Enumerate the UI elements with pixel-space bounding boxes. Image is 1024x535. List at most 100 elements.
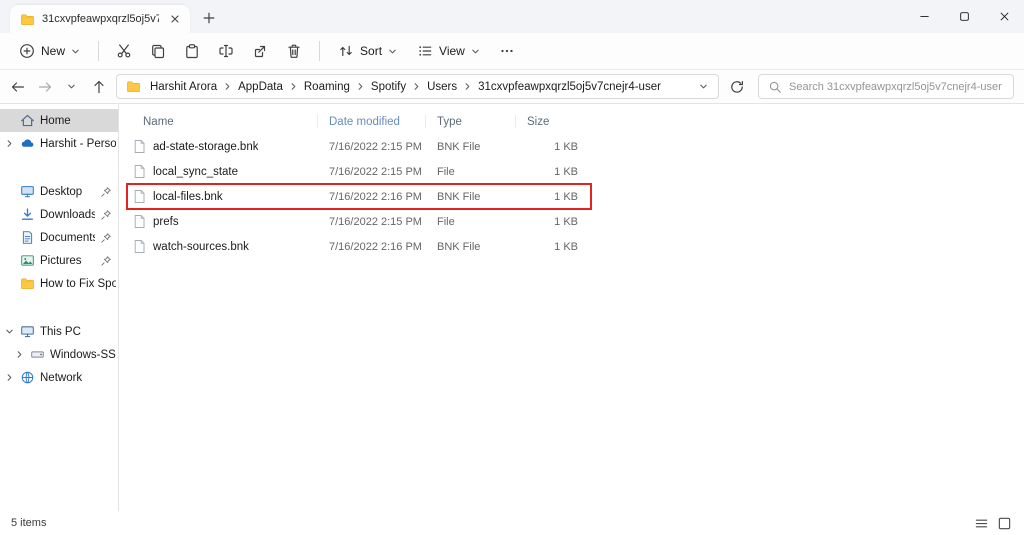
file-name: prefs: [153, 216, 179, 228]
table-row[interactable]: watch-sources.bnk 7/16/2022 2:16 PM BNK …: [127, 234, 591, 259]
search-box[interactable]: [758, 74, 1014, 99]
view-button[interactable]: View: [408, 36, 489, 66]
expander-chevron-icon[interactable]: [4, 326, 15, 337]
new-tab-button[interactable]: [196, 6, 222, 30]
new-button[interactable]: New: [10, 36, 89, 66]
file-page-icon: [132, 214, 147, 229]
column-header-date-modified[interactable]: Date modified: [323, 109, 431, 134]
desktop-icon: [20, 184, 35, 199]
details-view-button[interactable]: [972, 514, 991, 533]
toolbar-separator: [319, 41, 320, 61]
maximize-button[interactable]: [944, 0, 984, 33]
expander-chevron-icon[interactable]: [4, 138, 15, 149]
size-cell: 1 KB: [521, 141, 591, 153]
breadcrumb-chevron-icon: [460, 82, 475, 91]
rename-button[interactable]: [210, 36, 242, 66]
column-header-type[interactable]: Type: [431, 109, 521, 134]
delete-icon: [286, 43, 302, 59]
sidebar-item-label: How to Fix Spotify: [40, 278, 116, 290]
explorer-tab[interactable]: 31cxvpfeawpxqrzl5oj5v7cnejr...: [10, 5, 190, 33]
tab-close-icon[interactable]: [166, 10, 184, 28]
breadcrumb-item[interactable]: Harshit Arora: [147, 79, 220, 95]
table-row[interactable]: ad-state-storage.bnk 7/16/2022 2:15 PM B…: [127, 134, 591, 159]
thumbnails-view-button[interactable]: [995, 514, 1014, 533]
table-row[interactable]: local_sync_state 7/16/2022 2:15 PM File …: [127, 159, 591, 184]
date-modified-cell: 7/16/2022 2:15 PM: [323, 216, 431, 228]
file-page-icon: [132, 164, 147, 179]
cut-button[interactable]: [108, 36, 140, 66]
sidebar-item-documents[interactable]: Documents: [0, 226, 118, 249]
size-cell: 1 KB: [521, 191, 591, 203]
breadcrumb-item[interactable]: Roaming: [301, 79, 353, 95]
type-cell: BNK File: [431, 241, 521, 253]
file-name: local_sync_state: [153, 166, 238, 178]
close-icon: [999, 11, 1010, 22]
sidebar-item-label: Documents: [40, 232, 95, 244]
expander-chevron-icon[interactable]: [4, 372, 15, 383]
date-modified-cell: 7/16/2022 2:15 PM: [323, 141, 431, 153]
file-name: watch-sources.bnk: [153, 241, 249, 253]
breadcrumb-item[interactable]: AppData: [235, 79, 286, 95]
sort-button[interactable]: Sort: [329, 36, 406, 66]
sidebar-item-network[interactable]: Network: [0, 366, 118, 389]
forward-button[interactable]: [31, 73, 58, 100]
recent-locations-button[interactable]: [58, 73, 85, 100]
paste-button[interactable]: [176, 36, 208, 66]
search-icon: [768, 80, 782, 94]
sidebar-item-onedrive[interactable]: Harshit - Personal: [0, 132, 118, 155]
sidebar-item-this-pc[interactable]: This PC: [0, 320, 118, 343]
delete-button[interactable]: [278, 36, 310, 66]
see-more-button[interactable]: [491, 36, 523, 66]
address-row: Harshit Arora AppData Roaming Spotify Us…: [0, 70, 1024, 104]
up-button[interactable]: [85, 73, 112, 100]
breadcrumb-chevron-icon: [353, 82, 368, 91]
column-header-size[interactable]: Size: [521, 109, 591, 134]
file-name-cell: watch-sources.bnk: [127, 239, 323, 254]
table-row[interactable]: prefs 7/16/2022 2:15 PM File 1 KB: [127, 209, 591, 234]
chevron-down-icon: [388, 47, 397, 56]
navigation-pane: Home Harshit - Personal Desktop Download…: [0, 104, 119, 511]
close-button[interactable]: [984, 0, 1024, 33]
copy-button[interactable]: [142, 36, 174, 66]
table-row-highlighted[interactable]: local-files.bnk 7/16/2022 2:16 PM BNK Fi…: [127, 184, 591, 209]
column-header-name[interactable]: Name: [127, 109, 323, 134]
date-modified-cell: 7/16/2022 2:15 PM: [323, 166, 431, 178]
size-cell: 1 KB: [521, 241, 591, 253]
sidebar-item-desktop[interactable]: Desktop: [0, 180, 118, 203]
refresh-button[interactable]: [723, 73, 750, 100]
sidebar-item-windows-ssd[interactable]: Windows-SSD (C:: [0, 343, 118, 366]
minimize-button[interactable]: [904, 0, 944, 33]
cut-icon: [116, 43, 132, 59]
address-dropdown-button[interactable]: [694, 82, 712, 91]
breadcrumb: Harshit Arora AppData Roaming Spotify Us…: [147, 79, 694, 95]
new-button-label: New: [41, 44, 65, 58]
sidebar-item-label: Pictures: [40, 255, 95, 267]
breadcrumb-chevron-icon: [220, 82, 235, 91]
address-bar[interactable]: Harshit Arora AppData Roaming Spotify Us…: [116, 74, 719, 99]
sidebar-item-pictures[interactable]: Pictures: [0, 249, 118, 272]
up-icon: [91, 79, 107, 95]
file-name-cell: ad-state-storage.bnk: [127, 139, 323, 154]
file-page-icon: [132, 189, 147, 204]
share-icon: [252, 43, 268, 59]
type-cell: File: [431, 216, 521, 228]
sort-button-label: Sort: [360, 44, 382, 58]
sidebar-item-label: Desktop: [40, 186, 95, 198]
sidebar-item-how-to-fix-spotify[interactable]: How to Fix Spotify: [0, 272, 118, 295]
breadcrumb-item[interactable]: 31cxvpfeawpxqrzl5oj5v7cnejr4-user: [475, 79, 664, 95]
breadcrumb-item[interactable]: Spotify: [368, 79, 409, 95]
minimize-icon: [919, 11, 930, 22]
file-list-pane: Name Date modified Type Size ad-state-st…: [119, 104, 1024, 511]
breadcrumb-item[interactable]: Users: [424, 79, 460, 95]
sidebar-item-home[interactable]: Home: [0, 109, 118, 132]
back-icon: [10, 79, 26, 95]
date-modified-cell: 7/16/2022 2:16 PM: [323, 191, 431, 203]
onedrive-icon: [20, 136, 35, 151]
expander-chevron-icon[interactable]: [14, 349, 25, 360]
file-name-cell: local-files.bnk: [127, 189, 323, 204]
back-button[interactable]: [4, 73, 31, 100]
sidebar-item-downloads[interactable]: Downloads: [0, 203, 118, 226]
share-button[interactable]: [244, 36, 276, 66]
search-input[interactable]: [789, 81, 1004, 93]
pin-icon: [100, 255, 112, 267]
